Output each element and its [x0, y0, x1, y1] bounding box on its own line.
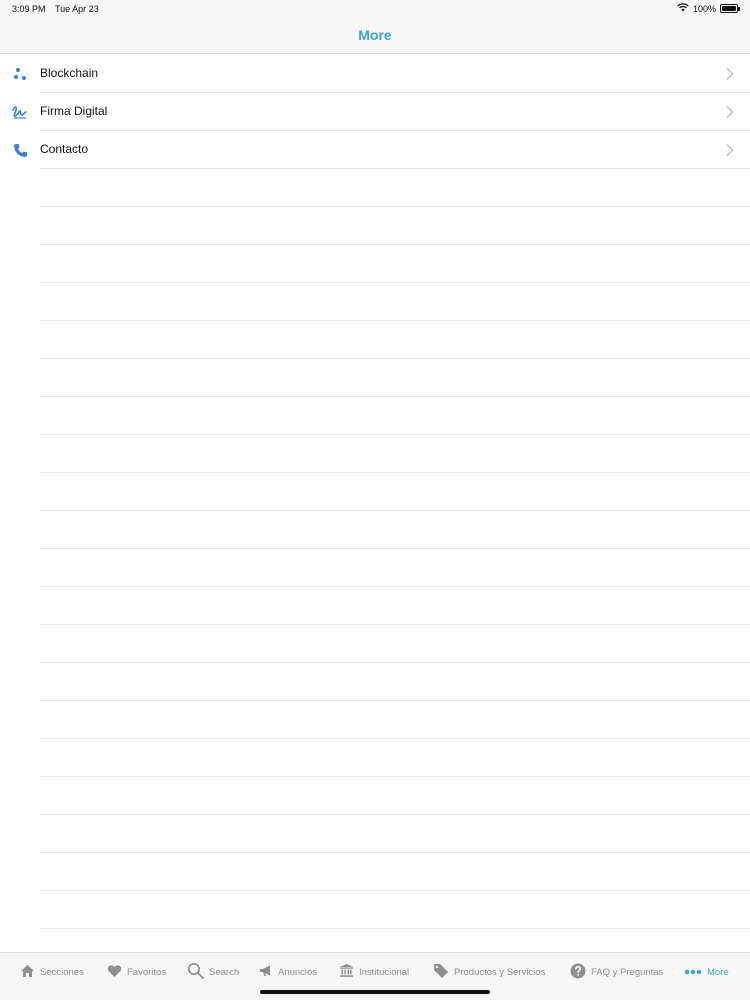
tab-label: Favoritos: [127, 966, 167, 978]
list-item-label: Contacto: [40, 142, 89, 156]
more-list: Blockchain Firma Digital Contacto: [0, 55, 750, 169]
tab-bar: Secciones Favoritos Search Anuncios Inst…: [0, 952, 750, 1000]
empty-row: [0, 853, 750, 891]
empty-row: [0, 283, 750, 321]
tab-search[interactable]: Search: [187, 963, 239, 981]
status-bar: 3:09 PM Tue Apr 23 100%: [0, 0, 750, 18]
empty-row: [0, 701, 750, 739]
empty-row: [0, 587, 750, 625]
megaphone-icon: [259, 964, 273, 980]
tab-favoritos[interactable]: Favoritos: [107, 963, 166, 981]
tab-institucional[interactable]: Institucional: [339, 963, 409, 981]
empty-row: [0, 663, 750, 701]
signature-icon: [11, 103, 29, 121]
blockchain-icon: [11, 65, 29, 83]
question-icon: [570, 963, 586, 982]
status-date: Tue Apr 23: [55, 4, 99, 14]
heart-icon: [107, 964, 122, 981]
tab-more[interactable]: More: [684, 963, 729, 981]
empty-row: [0, 435, 750, 473]
tab-faq-y-preguntas[interactable]: FAQ y Preguntas: [570, 963, 663, 981]
chevron-right-icon: [726, 143, 734, 157]
empty-row: [0, 169, 750, 207]
chevron-right-icon: [726, 105, 734, 119]
phone-icon: [11, 141, 29, 159]
empty-row: [0, 891, 750, 929]
list-item-contacto[interactable]: Contacto: [0, 131, 750, 169]
empty-row: [0, 397, 750, 435]
tag-icon: [433, 963, 449, 981]
chevron-right-icon: [726, 67, 734, 81]
list-item-label: Blockchain: [40, 66, 99, 80]
home-indicator[interactable]: [260, 990, 490, 994]
list-item-label: Firma Digital: [40, 104, 108, 118]
empty-row: [0, 207, 750, 245]
empty-rows: [0, 169, 750, 929]
empty-row: [0, 815, 750, 853]
navigation-bar: More: [0, 18, 750, 54]
tab-label: Anuncios: [278, 966, 318, 978]
tab-anuncios[interactable]: Anuncios: [259, 963, 317, 981]
empty-row: [0, 739, 750, 777]
empty-row: [0, 359, 750, 397]
bank-icon: [339, 963, 354, 981]
tab-label: More: [707, 966, 729, 978]
tab-label: Search: [209, 966, 240, 978]
tab-label: Institucional: [359, 966, 410, 978]
tab-productos-y-servicios[interactable]: Productos y Servicios: [433, 963, 545, 981]
tab-label: Productos y Servicios: [454, 966, 546, 978]
empty-row: [0, 625, 750, 663]
tab-secciones[interactable]: Secciones: [20, 963, 84, 981]
status-time: 3:09 PM: [12, 4, 46, 14]
wifi-icon: [677, 3, 689, 14]
more-dots-icon: [684, 967, 702, 978]
page-title: More: [358, 27, 392, 43]
tab-label: FAQ y Preguntas: [591, 966, 664, 978]
list-item-firma-digital[interactable]: Firma Digital: [0, 93, 750, 131]
status-indicators: 100%: [677, 3, 740, 14]
empty-row: [0, 549, 750, 587]
empty-row: [0, 511, 750, 549]
empty-row: [0, 245, 750, 283]
tab-label: Secciones: [40, 966, 84, 978]
home-icon: [20, 964, 35, 981]
battery-percent: 100%: [692, 3, 716, 14]
empty-row: [0, 321, 750, 359]
list-item-blockchain[interactable]: Blockchain: [0, 55, 750, 93]
search-icon: [187, 962, 204, 982]
empty-row: [0, 473, 750, 511]
empty-row: [0, 777, 750, 815]
battery-icon: [720, 4, 740, 13]
